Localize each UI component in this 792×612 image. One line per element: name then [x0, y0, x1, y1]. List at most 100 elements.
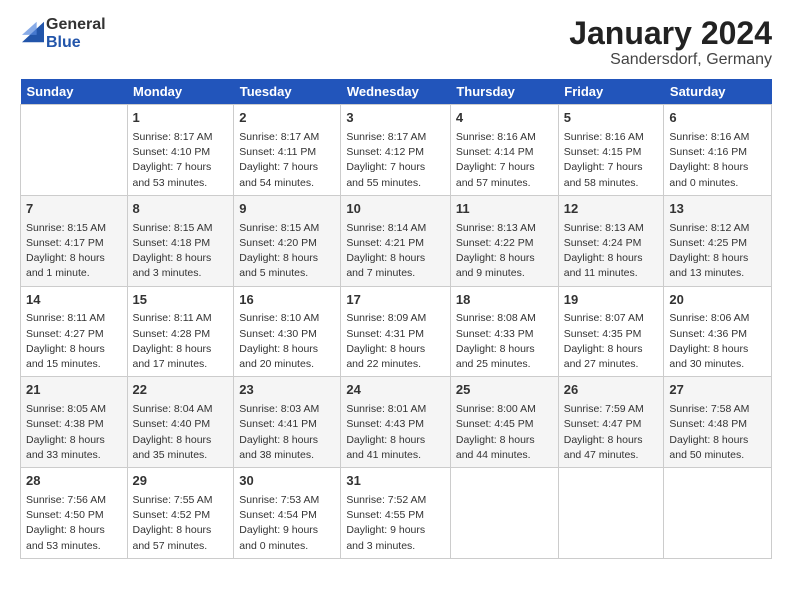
cell-content: Sunrise: 8:12 AMSunset: 4:25 PMDaylight:… — [669, 221, 766, 282]
day-number: 30 — [239, 472, 335, 491]
calendar-cell: 10 Sunrise: 8:14 AMSunset: 4:21 PMDayligh… — [341, 195, 451, 286]
day-number: 17 — [346, 291, 445, 310]
day-header-tuesday: Tuesday — [234, 79, 341, 105]
calendar-cell: 18Sunrise: 8:08 AMSunset: 4:33 PMDayligh… — [450, 286, 558, 377]
cell-content: Sunrise: 8:11 AMSunset: 4:27 PMDaylight:… — [26, 311, 122, 372]
cell-content: Sunrise: 8:15 AMSunset: 4:17 PMDaylight:… — [26, 221, 122, 282]
calendar-cell: 17Sunrise: 8:09 AMSunset: 4:31 PMDayligh… — [341, 286, 451, 377]
day-header-monday: Monday — [127, 79, 234, 105]
day-number: 1 — [133, 109, 229, 128]
day-header-wednesday: Wednesday — [341, 79, 451, 105]
cell-content: Sunrise: 8:03 AMSunset: 4:41 PMDaylight:… — [239, 402, 335, 463]
cell-content: Sunrise: 7:58 AMSunset: 4:48 PMDaylight:… — [669, 402, 766, 463]
calendar-table: SundayMondayTuesdayWednesdayThursdayFrid… — [20, 79, 772, 559]
calendar-cell: 15Sunrise: 8:11 AMSunset: 4:28 PMDayligh… — [127, 286, 234, 377]
calendar-cell: 14Sunrise: 8:11 AMSunset: 4:27 PMDayligh… — [21, 286, 128, 377]
calendar-cell: 9 Sunrise: 8:15 AMSunset: 4:20 PMDaylight… — [234, 195, 341, 286]
calendar-cell: 22 Sunrise: 8:04 AMSunset: 4:40 PMDayligh… — [127, 377, 234, 468]
day-number: 10 — [346, 200, 445, 219]
day-header-friday: Friday — [558, 79, 664, 105]
calendar-title: January 2024 — [569, 16, 772, 51]
calendar-cell: 29 Sunrise: 7:55 AMSunset: 4:52 PMDayligh… — [127, 468, 234, 559]
day-number: 13 — [669, 200, 766, 219]
day-number: 5 — [564, 109, 659, 128]
calendar-subtitle: Sandersdorf, Germany — [569, 51, 772, 69]
calendar-cell: 11Sunrise: 8:13 AMSunset: 4:22 PMDayligh… — [450, 195, 558, 286]
cell-content: Sunrise: 8:04 AMSunset: 4:40 PMDaylight:… — [133, 402, 229, 463]
cell-content: Sunrise: 8:07 AMSunset: 4:35 PMDaylight:… — [564, 311, 659, 372]
day-number: 14 — [26, 291, 122, 310]
day-number: 9 — [239, 200, 335, 219]
day-header-thursday: Thursday — [450, 79, 558, 105]
cell-content: Sunrise: 8:14 AMSunset: 4:21 PMDaylight:… — [346, 221, 445, 282]
day-number: 28 — [26, 472, 122, 491]
calendar-cell: 21 Sunrise: 8:05 AMSunset: 4:38 PMDayligh… — [21, 377, 128, 468]
logo-text: General Blue — [46, 16, 106, 52]
calendar-cell — [664, 468, 772, 559]
week-row-3: 14Sunrise: 8:11 AMSunset: 4:27 PMDayligh… — [21, 286, 772, 377]
day-number: 22 — [133, 381, 229, 400]
calendar-cell: 12 Sunrise: 8:13 AMSunset: 4:24 PMDayligh… — [558, 195, 664, 286]
calendar-cell: 1Sunrise: 8:17 AMSunset: 4:10 PMDaylight… — [127, 105, 234, 196]
cell-content: Sunrise: 7:53 AMSunset: 4:54 PMDaylight:… — [239, 493, 335, 554]
calendar-cell: 16Sunrise: 8:10 AMSunset: 4:30 PMDayligh… — [234, 286, 341, 377]
cell-content: Sunrise: 8:17 AMSunset: 4:11 PMDaylight:… — [239, 130, 335, 191]
cell-content: Sunrise: 8:10 AMSunset: 4:30 PMDaylight:… — [239, 311, 335, 372]
calendar-cell — [21, 105, 128, 196]
day-number: 21 — [26, 381, 122, 400]
cell-content: Sunrise: 8:16 AMSunset: 4:15 PMDaylight:… — [564, 130, 659, 191]
day-number: 31 — [346, 472, 445, 491]
week-row-5: 28 Sunrise: 7:56 AMSunset: 4:50 PMDayligh… — [21, 468, 772, 559]
day-number: 29 — [133, 472, 229, 491]
title-block: January 2024 Sandersdorf, Germany — [569, 16, 772, 69]
day-number: 12 — [564, 200, 659, 219]
day-header-sunday: Sunday — [21, 79, 128, 105]
cell-content: Sunrise: 8:08 AMSunset: 4:33 PMDaylight:… — [456, 311, 553, 372]
logo-icon — [22, 21, 44, 43]
day-number: 24 — [346, 381, 445, 400]
cell-content: Sunrise: 8:13 AMSunset: 4:24 PMDaylight:… — [564, 221, 659, 282]
day-number: 18 — [456, 291, 553, 310]
day-number: 6 — [669, 109, 766, 128]
cell-content: Sunrise: 8:11 AMSunset: 4:28 PMDaylight:… — [133, 311, 229, 372]
day-number: 15 — [133, 291, 229, 310]
calendar-cell: 5 Sunrise: 8:16 AMSunset: 4:15 PMDaylight… — [558, 105, 664, 196]
cell-content: Sunrise: 8:06 AMSunset: 4:36 PMDaylight:… — [669, 311, 766, 372]
calendar-cell — [558, 468, 664, 559]
cell-content: Sunrise: 7:56 AMSunset: 4:50 PMDaylight:… — [26, 493, 122, 554]
calendar-cell: 8Sunrise: 8:15 AMSunset: 4:18 PMDaylight… — [127, 195, 234, 286]
week-row-2: 7Sunrise: 8:15 AMSunset: 4:17 PMDaylight… — [21, 195, 772, 286]
cell-content: Sunrise: 8:09 AMSunset: 4:31 PMDaylight:… — [346, 311, 445, 372]
day-number: 3 — [346, 109, 445, 128]
cell-content: Sunrise: 8:05 AMSunset: 4:38 PMDaylight:… — [26, 402, 122, 463]
page: General Blue January 2024 Sandersdorf, G… — [0, 0, 792, 612]
calendar-cell — [450, 468, 558, 559]
day-number: 26 — [564, 381, 659, 400]
calendar-cell: 27Sunrise: 7:58 AMSunset: 4:48 PMDayligh… — [664, 377, 772, 468]
calendar-cell: 7Sunrise: 8:15 AMSunset: 4:17 PMDaylight… — [21, 195, 128, 286]
calendar-cell: 3Sunrise: 8:17 AMSunset: 4:12 PMDaylight… — [341, 105, 451, 196]
cell-content: Sunrise: 8:01 AMSunset: 4:43 PMDaylight:… — [346, 402, 445, 463]
day-number: 2 — [239, 109, 335, 128]
calendar-cell: 31 Sunrise: 7:52 AMSunset: 4:55 PMDayligh… — [341, 468, 451, 559]
calendar-cell: 26 Sunrise: 7:59 AMSunset: 4:47 PMDayligh… — [558, 377, 664, 468]
cell-content: Sunrise: 8:16 AMSunset: 4:14 PMDaylight:… — [456, 130, 553, 191]
calendar-cell: 19Sunrise: 8:07 AMSunset: 4:35 PMDayligh… — [558, 286, 664, 377]
calendar-cell: 28 Sunrise: 7:56 AMSunset: 4:50 PMDayligh… — [21, 468, 128, 559]
cell-content: Sunrise: 7:55 AMSunset: 4:52 PMDaylight:… — [133, 493, 229, 554]
calendar-cell: 23Sunrise: 8:03 AMSunset: 4:41 PMDayligh… — [234, 377, 341, 468]
cell-content: Sunrise: 7:52 AMSunset: 4:55 PMDaylight:… — [346, 493, 445, 554]
cell-content: Sunrise: 7:59 AMSunset: 4:47 PMDaylight:… — [564, 402, 659, 463]
calendar-cell: 6Sunrise: 8:16 AMSunset: 4:16 PMDaylight… — [664, 105, 772, 196]
header: General Blue January 2024 Sandersdorf, G… — [20, 16, 772, 69]
calendar-cell: 13 Sunrise: 8:12 AMSunset: 4:25 PMDayligh… — [664, 195, 772, 286]
logo: General Blue — [20, 16, 106, 52]
day-number: 20 — [669, 291, 766, 310]
cell-content: Sunrise: 8:15 AMSunset: 4:20 PMDaylight:… — [239, 221, 335, 282]
day-number: 11 — [456, 200, 553, 219]
day-number: 4 — [456, 109, 553, 128]
calendar-cell: 20Sunrise: 8:06 AMSunset: 4:36 PMDayligh… — [664, 286, 772, 377]
day-number: 25 — [456, 381, 553, 400]
week-row-4: 21 Sunrise: 8:05 AMSunset: 4:38 PMDayligh… — [21, 377, 772, 468]
week-row-1: 1Sunrise: 8:17 AMSunset: 4:10 PMDaylight… — [21, 105, 772, 196]
